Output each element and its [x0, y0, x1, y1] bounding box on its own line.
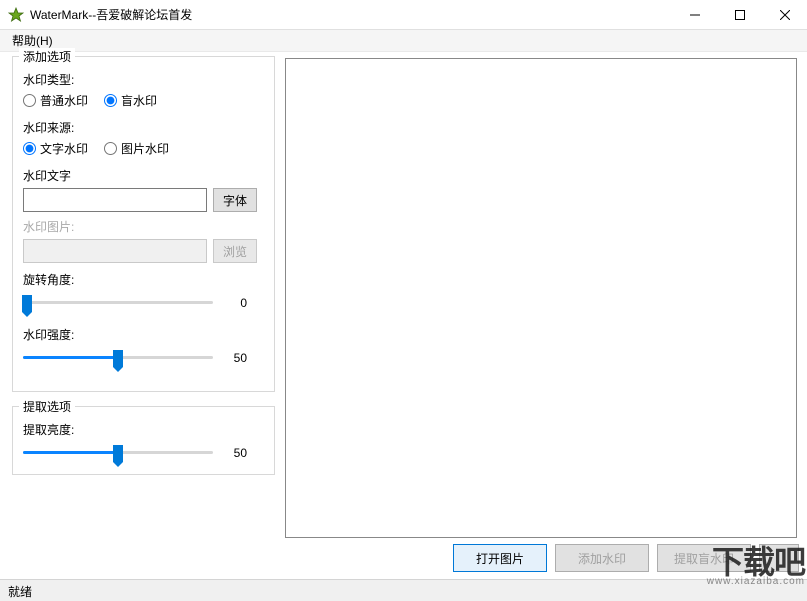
- close-button[interactable]: [762, 1, 807, 29]
- radio-blind-wm-label: 盲水印: [121, 92, 157, 109]
- window-title: WaterMark--吾爱破解论坛首发: [30, 6, 672, 23]
- app-star-icon: [8, 7, 24, 23]
- brightness-label: 提取亮度:: [23, 421, 264, 438]
- extract-blind-button: 提取盲水印: [657, 544, 751, 572]
- window-controls: [672, 1, 807, 29]
- maximize-button[interactable]: [717, 1, 762, 29]
- wm-image-input: [23, 239, 207, 263]
- status-bar: 就绪: [0, 579, 807, 601]
- brightness-slider-thumb[interactable]: [113, 445, 123, 462]
- status-text: 就绪: [8, 585, 32, 599]
- radio-image-wm[interactable]: 图片水印: [104, 140, 169, 157]
- close-icon: [780, 10, 790, 20]
- radio-text-wm-label: 文字水印: [40, 140, 88, 157]
- radio-normal-wm-label: 普通水印: [40, 92, 88, 109]
- radio-blind-wm[interactable]: 盲水印: [104, 92, 157, 109]
- add-options-legend: 添加选项: [19, 48, 75, 65]
- radio-normal-wm[interactable]: 普通水印: [23, 92, 88, 109]
- rotate-slider-thumb[interactable]: [22, 295, 32, 312]
- bottom-button-bar: 打开图片 添加水印 提取盲水印: [453, 544, 799, 572]
- menu-bar: 帮助(H): [0, 30, 807, 52]
- truncated-button: [759, 544, 799, 572]
- minimize-icon: [690, 10, 700, 20]
- minimize-button[interactable]: [672, 1, 717, 29]
- strength-slider-thumb[interactable]: [113, 350, 123, 367]
- image-preview: [285, 58, 797, 538]
- rotate-label: 旋转角度:: [23, 271, 264, 288]
- wm-text-input[interactable]: [23, 188, 207, 212]
- add-options-group: 添加选项 水印类型: 普通水印 盲水印 水印来源: 文字水印 图片水印 水印文字…: [12, 56, 275, 392]
- strength-value: 50: [219, 351, 247, 365]
- right-panel: [285, 52, 807, 542]
- main-content: 添加选项 水印类型: 普通水印 盲水印 水印来源: 文字水印 图片水印 水印文字…: [0, 52, 807, 542]
- strength-slider[interactable]: [23, 347, 213, 369]
- title-bar: WaterMark--吾爱破解论坛首发: [0, 0, 807, 30]
- rotate-slider[interactable]: [23, 292, 213, 314]
- font-button[interactable]: 字体: [213, 188, 257, 212]
- extract-options-group: 提取选项 提取亮度: 50: [12, 406, 275, 475]
- radio-image-wm-label: 图片水印: [121, 140, 169, 157]
- rotate-value: 0: [219, 296, 247, 310]
- wm-source-label: 水印来源:: [23, 119, 264, 136]
- wm-image-label: 水印图片:: [23, 218, 264, 235]
- open-image-button[interactable]: 打开图片: [453, 544, 547, 572]
- brightness-slider[interactable]: [23, 442, 213, 464]
- extract-options-legend: 提取选项: [19, 398, 75, 415]
- strength-label: 水印强度:: [23, 326, 264, 343]
- browse-button: 浏览: [213, 239, 257, 263]
- radio-text-wm[interactable]: 文字水印: [23, 140, 88, 157]
- brightness-value: 50: [219, 446, 247, 460]
- wm-type-label: 水印类型:: [23, 71, 264, 88]
- left-panel: 添加选项 水印类型: 普通水印 盲水印 水印来源: 文字水印 图片水印 水印文字…: [0, 52, 285, 542]
- maximize-icon: [735, 10, 745, 20]
- add-watermark-button: 添加水印: [555, 544, 649, 572]
- wm-text-label: 水印文字: [23, 167, 264, 184]
